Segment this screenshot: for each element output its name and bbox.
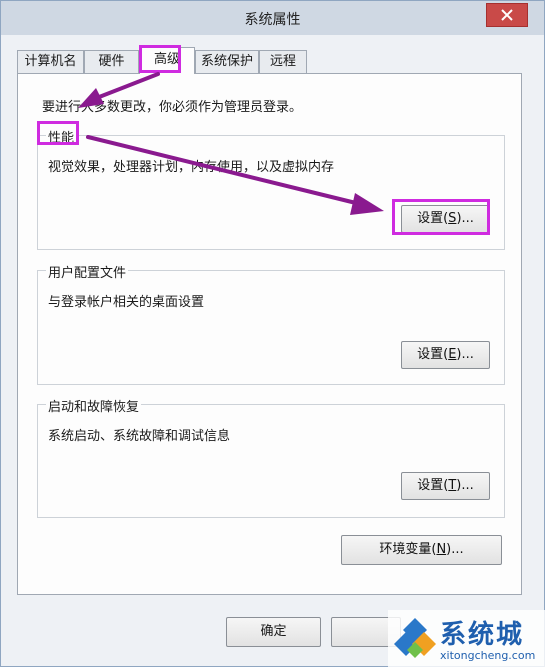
- startup-recovery-title: 启动和故障恢复: [46, 396, 142, 415]
- environment-variables-button[interactable]: 环境变量(N)...: [341, 535, 502, 565]
- button-tail: )...: [456, 347, 474, 362]
- tab-advanced[interactable]: 高级: [139, 47, 195, 74]
- startup-recovery-group: 启动和故障恢复 系统启动、系统故障和调试信息 设置(T)...: [37, 396, 505, 518]
- user-profiles-settings-button[interactable]: 设置(E)...: [401, 341, 490, 369]
- tab-computer-name[interactable]: 计算机名: [17, 50, 84, 73]
- advanced-tab-panel: 要进行大多数更改，你必须作为管理员登录。 性能 视觉效果，处理器计划，内存使用，…: [17, 73, 522, 595]
- watermark-domain: xitongcheng.com: [440, 649, 536, 662]
- button-text: 设置(: [417, 211, 449, 226]
- user-profiles-description: 与登录帐户相关的桌面设置: [48, 295, 205, 310]
- tab-remote[interactable]: 远程: [259, 50, 307, 73]
- user-profiles-group: 用户配置文件 与登录帐户相关的桌面设置 设置(E)...: [37, 262, 505, 385]
- startup-recovery-settings-button[interactable]: 设置(T)...: [401, 472, 490, 500]
- system-properties-window: 系统属性 计算机名 硬件 高级 系统保护 远程 要进行大多数更改，你必须作为管理…: [0, 0, 545, 667]
- window-title: 系统属性: [244, 12, 301, 28]
- button-text: 设置(: [417, 347, 449, 362]
- startup-recovery-description: 系统启动、系统故障和调试信息: [48, 429, 231, 444]
- tab-system-protection[interactable]: 系统保护: [195, 50, 259, 73]
- close-icon: [501, 9, 513, 21]
- performance-settings-button[interactable]: 设置(S)...: [401, 205, 490, 233]
- user-profiles-title: 用户配置文件: [46, 262, 129, 281]
- tab-hardware[interactable]: 硬件: [84, 50, 139, 73]
- admin-note: 要进行大多数更改，你必须作为管理员登录。: [42, 100, 303, 115]
- watermark: 系统城 xitongcheng.com: [388, 610, 545, 667]
- title-bar: 系统属性: [1, 1, 544, 35]
- watermark-name: 系统城: [440, 620, 525, 650]
- diamond-logo-icon: [394, 618, 436, 658]
- button-text: 设置(: [417, 478, 449, 493]
- ok-button[interactable]: 确定: [226, 617, 321, 647]
- button-tail: )...: [456, 478, 474, 493]
- performance-description: 视觉效果，处理器计划，内存使用，以及虚拟内存: [48, 160, 335, 175]
- button-tail: )...: [456, 211, 474, 226]
- button-text: 环境变量(: [379, 542, 437, 557]
- performance-group: 性能 视觉效果，处理器计划，内存使用，以及虚拟内存 设置(S)...: [37, 127, 505, 250]
- performance-title: 性能: [46, 127, 77, 146]
- button-tail: )...: [446, 542, 464, 557]
- close-button[interactable]: [486, 3, 528, 27]
- access-key: N: [436, 542, 447, 557]
